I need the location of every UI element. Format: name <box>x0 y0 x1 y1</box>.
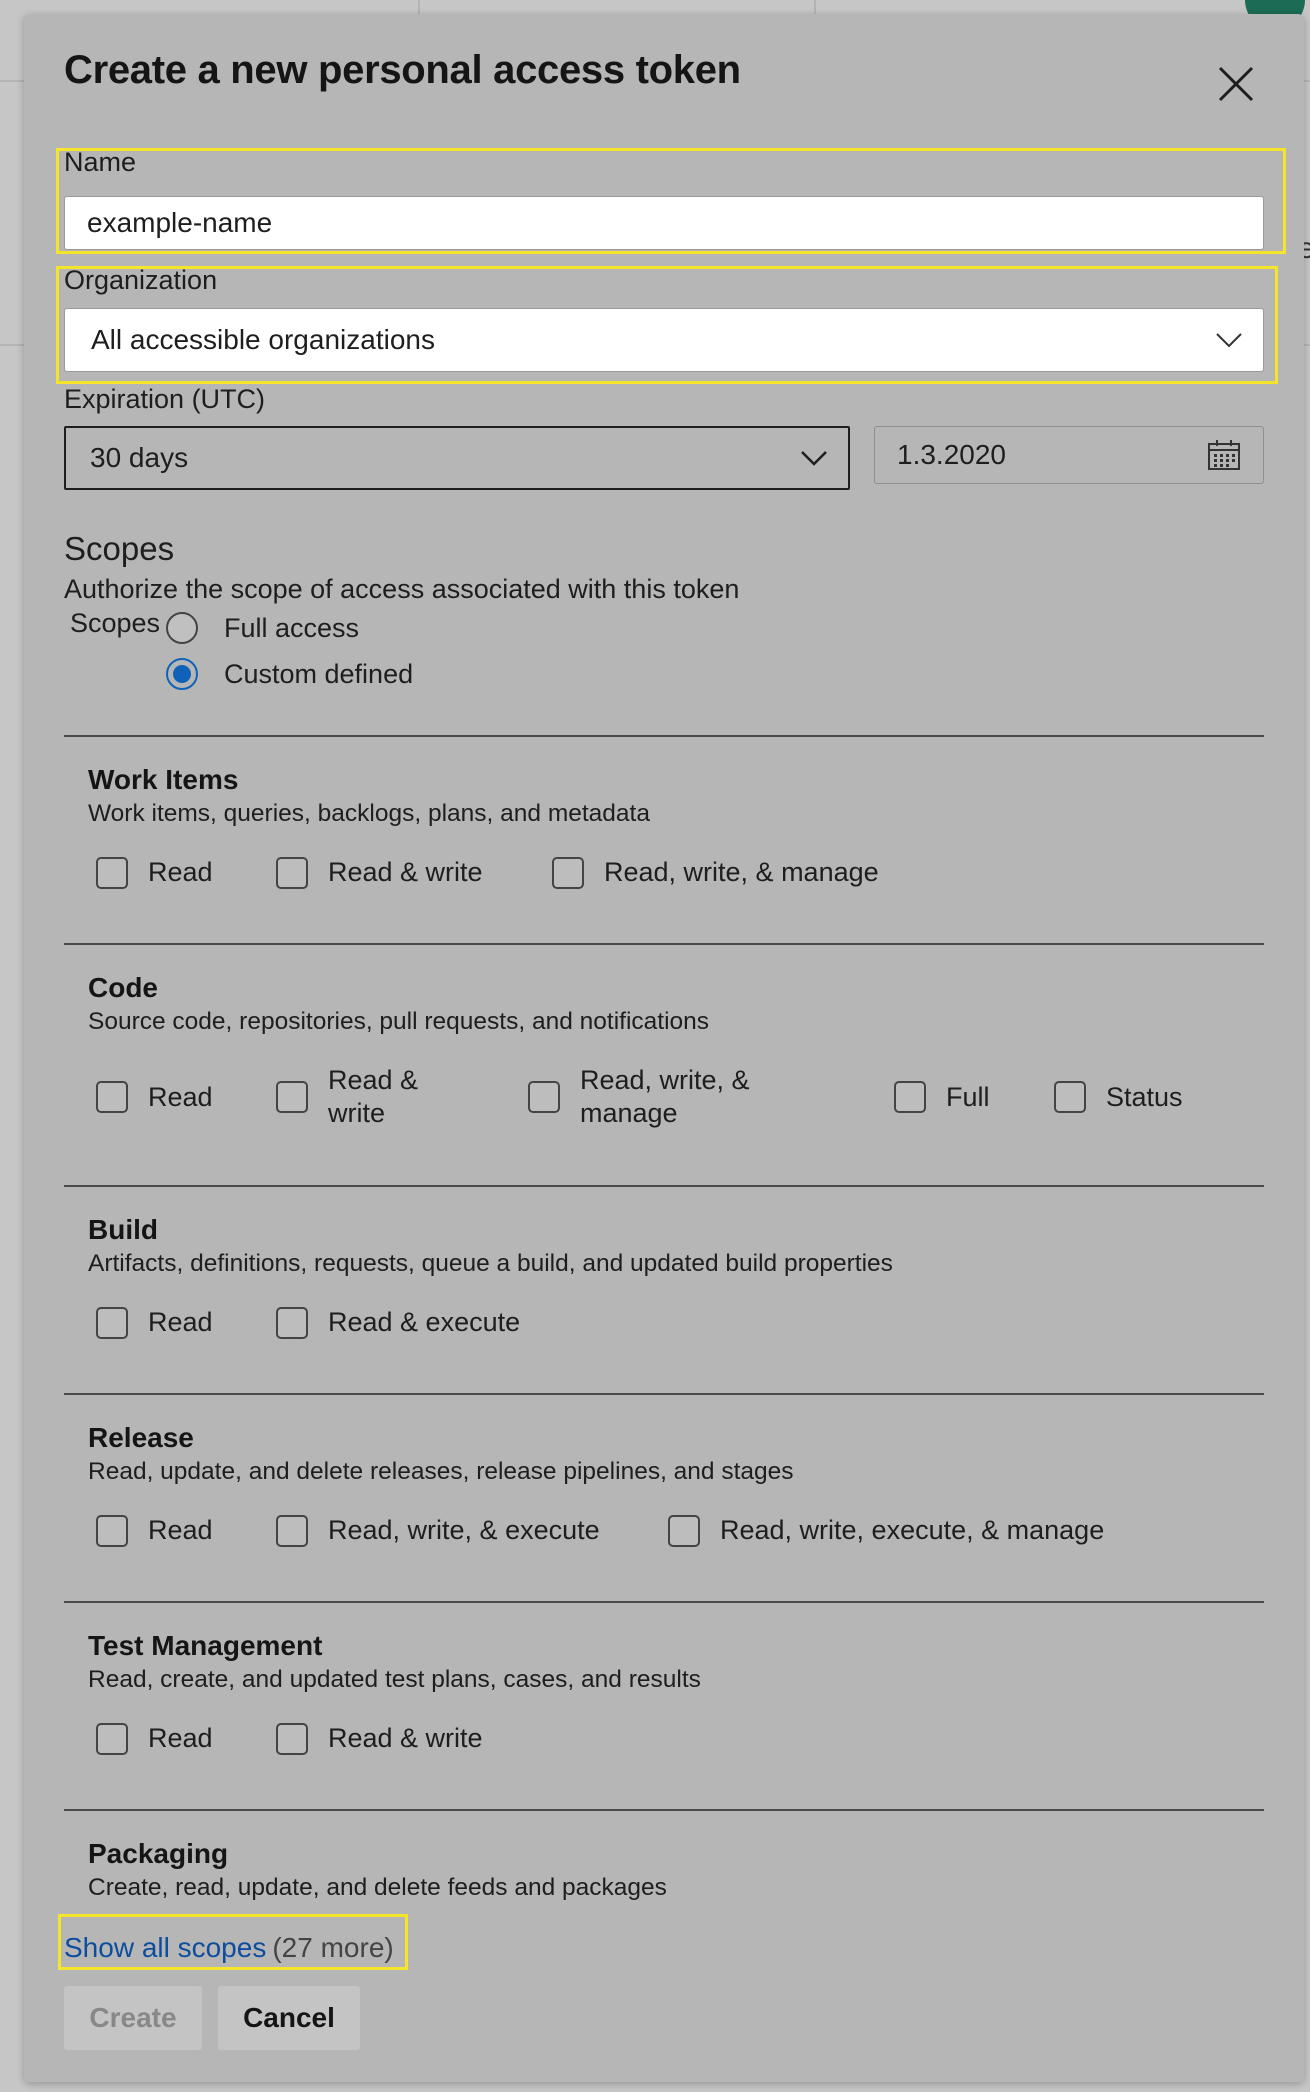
name-input-value: example-name <box>87 207 273 238</box>
expiration-select[interactable]: 30 days <box>64 426 850 490</box>
checkbox-label: Read <box>148 1515 213 1545</box>
checkbox-test-read-write[interactable]: Read & write <box>276 1722 483 1755</box>
create-button[interactable]: Create <box>64 1986 202 2050</box>
section-title-test-management: Test Management <box>88 1630 323 1661</box>
name-input[interactable]: example-name <box>64 196 1264 250</box>
checkbox-label: Read, write, & manage <box>604 857 879 887</box>
checkbox-work-items-read-write[interactable]: Read & write <box>276 856 483 889</box>
checkbox-label: Read, write, execute, & manage <box>720 1515 1105 1545</box>
backdrop-divider <box>418 0 420 14</box>
checkbox-test-read[interactable]: Read <box>96 1722 213 1755</box>
expiration-value: 30 days <box>90 442 189 473</box>
dialog-title: Create a new personal access token <box>64 48 741 92</box>
expiration-date-value: 1.3.2020 <box>897 439 1006 470</box>
checkbox-label: Status <box>1106 1081 1183 1112</box>
organization-select[interactable]: All accessible organizations <box>64 308 1264 372</box>
checkbox-label: Read <box>148 1723 213 1753</box>
section-title-release: Release <box>88 1422 194 1453</box>
calendar-icon[interactable] <box>1207 439 1241 471</box>
checkbox[interactable] <box>528 1081 560 1113</box>
section-desc-work-items: Work items, queries, backlogs, plans, an… <box>88 800 650 827</box>
checkbox[interactable] <box>276 1722 308 1755</box>
checkbox-release-read-write-execute[interactable]: Read, write, & execute <box>276 1514 600 1547</box>
section-divider <box>64 1809 1264 1811</box>
checkbox-build-read-execute[interactable]: Read & execute <box>276 1306 520 1339</box>
section-divider <box>64 1601 1264 1603</box>
section-desc-test-management: Read, create, and updated test plans, ca… <box>88 1666 701 1693</box>
chevron-down-icon <box>1216 333 1242 348</box>
checkbox-label: Read & write <box>328 1723 483 1753</box>
checkbox-label: Read <box>148 857 213 887</box>
checkbox[interactable] <box>276 856 308 889</box>
create-token-dialog: Create a new personal access token Name … <box>24 14 1304 2082</box>
section-divider <box>64 1185 1264 1187</box>
section-title-packaging: Packaging <box>88 1838 229 1869</box>
radio-full-access[interactable]: Full access <box>166 610 359 646</box>
checkbox-work-items-read[interactable]: Read <box>96 856 213 889</box>
cancel-button[interactable]: Cancel <box>218 1986 360 2050</box>
close-button[interactable] <box>1212 60 1260 108</box>
checkbox-code-read-write[interactable]: Read & write <box>276 1064 438 1130</box>
checkbox[interactable] <box>96 1081 128 1113</box>
checkbox[interactable] <box>1054 1081 1086 1113</box>
section-divider <box>64 943 1264 945</box>
section-desc-release: Read, update, and delete releases, relea… <box>88 1458 794 1485</box>
checkbox-build-read[interactable]: Read <box>96 1306 213 1339</box>
checkbox-code-read[interactable]: Read <box>96 1064 213 1130</box>
backdrop-divider <box>814 0 816 14</box>
checkbox-code-manage[interactable]: Read, write, & manage <box>528 1064 780 1130</box>
expiration-date-input[interactable]: 1.3.2020 <box>874 426 1264 484</box>
checkbox[interactable] <box>276 1514 308 1547</box>
checkbox[interactable] <box>894 1081 926 1113</box>
radio-button[interactable] <box>166 612 198 644</box>
section-title-code: Code <box>88 972 158 1003</box>
name-label: Name <box>64 147 137 177</box>
organization-label: Organization <box>64 265 218 295</box>
show-all-link-text[interactable]: Show all scopes <box>64 1932 266 1963</box>
checkbox[interactable] <box>276 1306 308 1339</box>
checkbox[interactable] <box>276 1081 308 1113</box>
scopes-group-label: Scopes <box>70 608 161 638</box>
section-title-build: Build <box>88 1214 158 1245</box>
checkbox[interactable] <box>96 1514 128 1547</box>
radio-label: Full access <box>224 612 360 643</box>
checkbox-label: Read & execute <box>328 1307 521 1337</box>
checkbox-code-status[interactable]: Status <box>1054 1064 1183 1130</box>
show-all-count: (27 more) <box>272 1932 394 1963</box>
section-desc-packaging: Create, read, update, and delete feeds a… <box>88 1874 667 1900</box>
scopes-description: Authorize the scope of access associated… <box>64 574 740 604</box>
checkbox-label: Read & write <box>328 1065 419 1128</box>
show-all-scopes-link[interactable]: Show all scopes (27 more) <box>64 1932 394 1964</box>
checkbox-code-full[interactable]: Full <box>894 1064 990 1130</box>
checkbox-release-manage[interactable]: Read, write, execute, & manage <box>668 1514 1104 1547</box>
section-title-work-items: Work Items <box>88 764 239 795</box>
checkbox-label: Full <box>946 1081 990 1112</box>
checkbox-label: Read & write <box>328 857 483 887</box>
close-icon <box>1218 66 1254 102</box>
checkbox[interactable] <box>668 1514 700 1547</box>
chevron-down-icon <box>801 451 827 466</box>
checkbox-label: Read <box>148 1081 213 1112</box>
scopes-heading: Scopes <box>64 530 175 567</box>
radio-label: Custom defined <box>224 658 414 689</box>
radio-button-selected[interactable] <box>166 658 198 690</box>
section-desc-build: Artifacts, definitions, requests, queue … <box>88 1250 893 1277</box>
organization-value: All accessible organizations <box>91 324 435 355</box>
section-divider <box>64 1393 1264 1395</box>
checkbox-label: Read, write, & execute <box>328 1515 600 1545</box>
checkbox[interactable] <box>96 1306 128 1339</box>
section-desc-code: Source code, repositories, pull requests… <box>88 1008 710 1035</box>
radio-custom-defined[interactable]: Custom defined <box>166 656 413 692</box>
checkbox[interactable] <box>552 856 584 889</box>
checkbox-work-items-manage[interactable]: Read, write, & manage <box>552 856 879 889</box>
checkbox[interactable] <box>96 1722 128 1755</box>
expiration-label: Expiration (UTC) <box>64 384 266 414</box>
checkbox-label: Read, write, & manage <box>580 1065 750 1128</box>
section-divider <box>64 735 1264 737</box>
checkbox[interactable] <box>96 856 128 889</box>
checkbox-label: Read <box>148 1307 213 1337</box>
checkbox-release-read[interactable]: Read <box>96 1514 213 1547</box>
